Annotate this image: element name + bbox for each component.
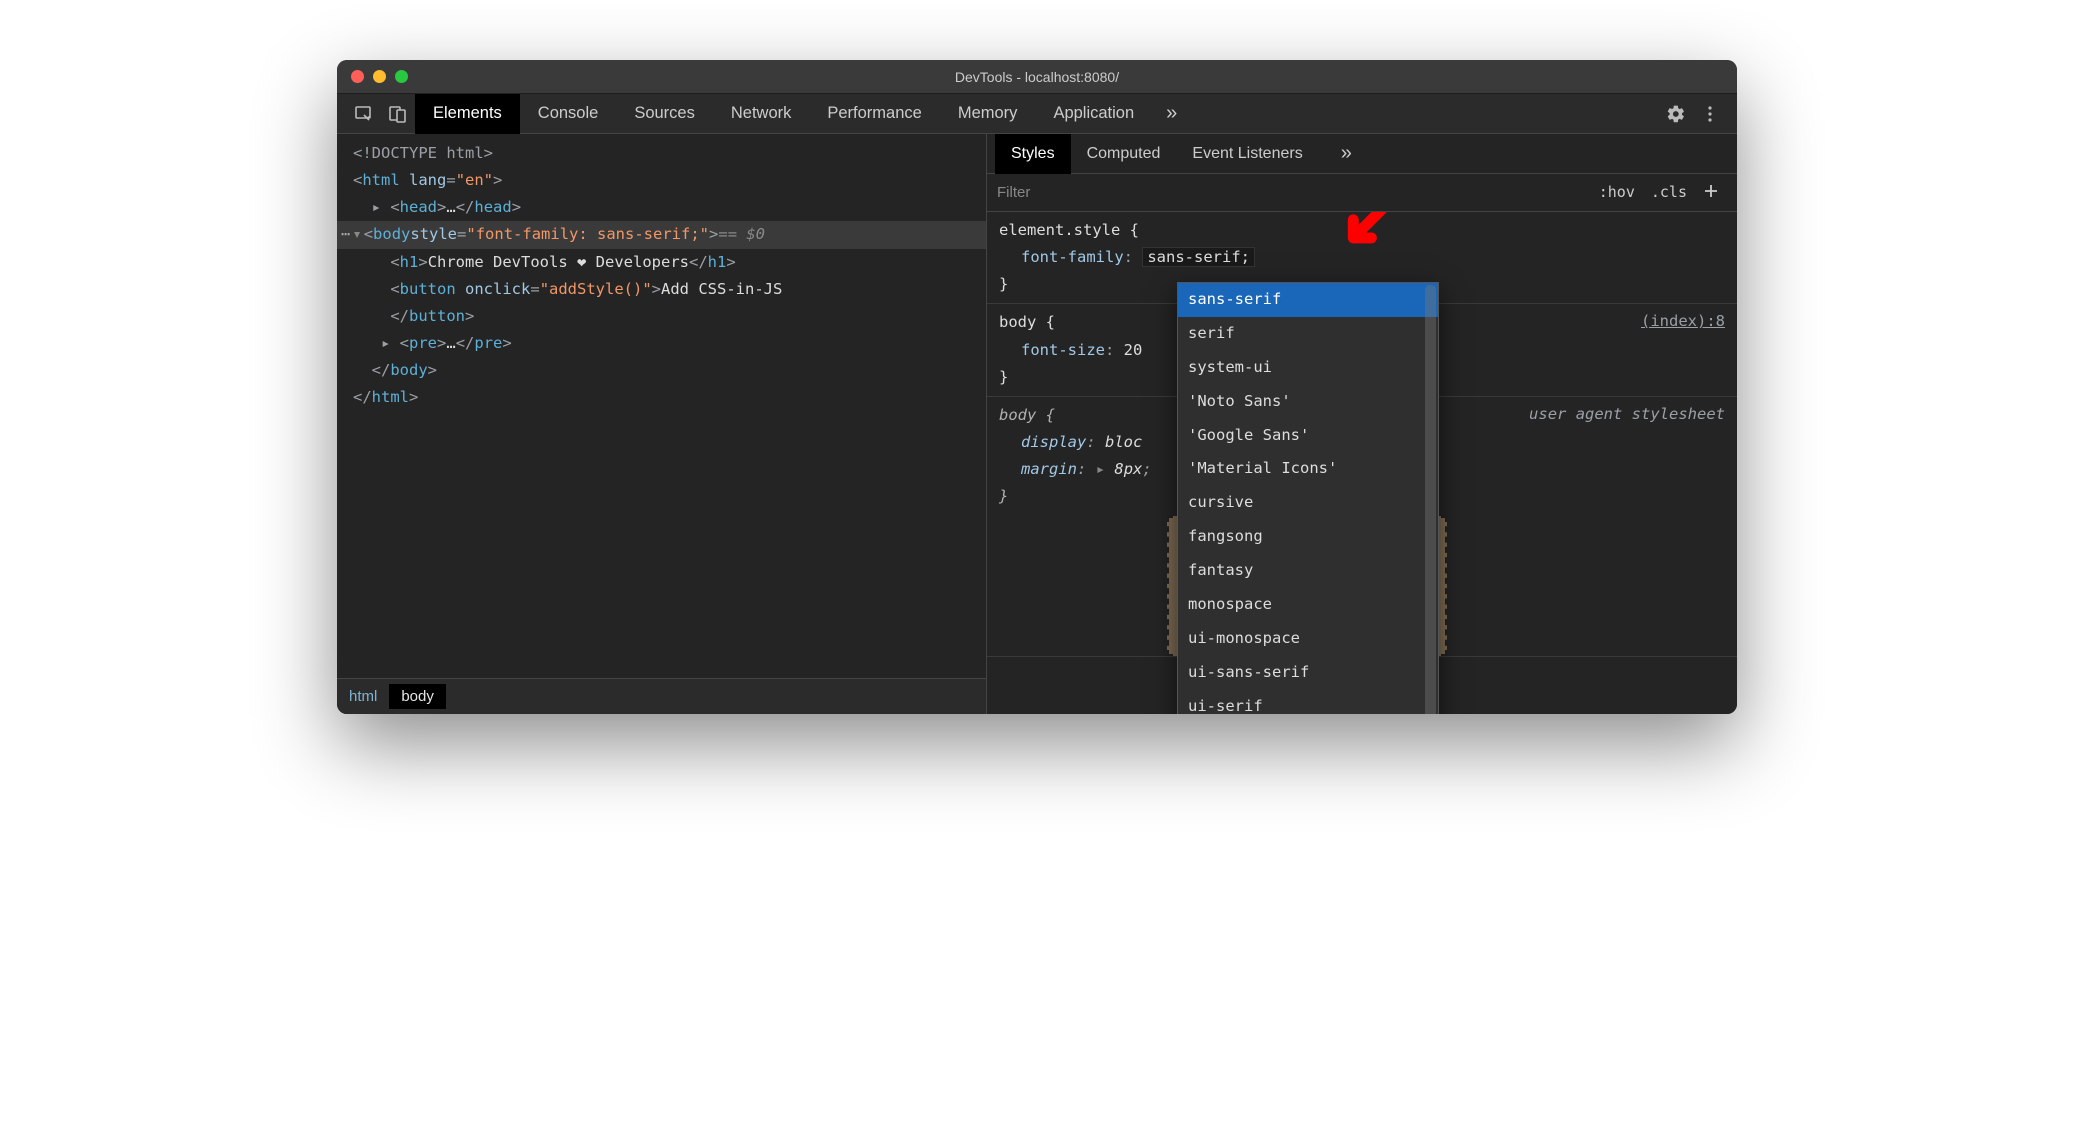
styles-tabs-overflow-icon[interactable]: » bbox=[1327, 142, 1366, 165]
font-family-value-input[interactable]: sans-serif; bbox=[1142, 247, 1255, 267]
dom-button-open[interactable]: <button onclick="addStyle()">Add CSS-in-… bbox=[347, 276, 986, 303]
device-toolbar-icon[interactable] bbox=[381, 94, 415, 134]
tab-application[interactable]: Application bbox=[1035, 94, 1152, 134]
rule-element-style[interactable]: element.style { font-family: sans-serif;… bbox=[987, 212, 1737, 304]
tab-console[interactable]: Console bbox=[520, 94, 617, 134]
tabs-overflow-icon[interactable]: » bbox=[1152, 102, 1191, 125]
breadcrumb: htmlbody bbox=[337, 678, 986, 714]
styles-filter-input[interactable] bbox=[997, 184, 1591, 201]
settings-gear-icon[interactable] bbox=[1659, 94, 1693, 134]
styles-panel: StylesComputedEvent Listeners » :hov .cl… bbox=[987, 134, 1737, 714]
autocomplete-item[interactable]: monospace bbox=[1178, 588, 1438, 622]
dom-button-close[interactable]: </button> bbox=[347, 303, 986, 330]
autocomplete-item[interactable]: cursive bbox=[1178, 486, 1438, 520]
main-tabbar: ElementsConsoleSourcesNetworkPerformance… bbox=[337, 94, 1737, 134]
autocomplete-scrollbar[interactable] bbox=[1425, 285, 1436, 714]
styles-filter-row: :hov .cls bbox=[987, 174, 1737, 212]
styles-tab-computed[interactable]: Computed bbox=[1071, 134, 1177, 174]
dom-html-open[interactable]: <html lang="en"> bbox=[347, 167, 986, 194]
inspect-element-icon[interactable] bbox=[347, 94, 381, 134]
titlebar: DevTools - localhost:8080/ bbox=[337, 60, 1737, 94]
tab-sources[interactable]: Sources bbox=[616, 94, 713, 134]
source-link[interactable]: (index):8 bbox=[1641, 308, 1725, 335]
dom-html-close[interactable]: </html> bbox=[347, 384, 986, 411]
autocomplete-item[interactable]: serif bbox=[1178, 317, 1438, 351]
tab-performance[interactable]: Performance bbox=[809, 94, 939, 134]
dom-doctype[interactable]: <!DOCTYPE html> bbox=[347, 140, 986, 167]
hov-toggle[interactable]: :hov bbox=[1591, 179, 1643, 207]
styles-tabbar: StylesComputedEvent Listeners » bbox=[987, 134, 1737, 174]
font-family-autocomplete[interactable]: sans-serifserifsystem-ui'Noto Sans''Goog… bbox=[1177, 282, 1439, 714]
autocomplete-item[interactable]: ui-serif bbox=[1178, 690, 1438, 714]
new-style-rule-icon[interactable] bbox=[1695, 179, 1727, 207]
devtools-window: DevTools - localhost:8080/ ElementsConso… bbox=[337, 60, 1737, 714]
annotation-arrow-icon bbox=[1337, 212, 1395, 282]
styles-tab-styles[interactable]: Styles bbox=[995, 134, 1071, 174]
kebab-menu-icon[interactable] bbox=[1693, 94, 1727, 134]
autocomplete-item[interactable]: 'Google Sans' bbox=[1178, 419, 1438, 453]
autocomplete-item[interactable]: fangsong bbox=[1178, 520, 1438, 554]
cls-toggle[interactable]: .cls bbox=[1643, 179, 1695, 207]
styles-tab-event-listeners[interactable]: Event Listeners bbox=[1176, 134, 1318, 174]
window-title: DevTools - localhost:8080/ bbox=[337, 69, 1737, 85]
breadcrumb-body[interactable]: body bbox=[389, 684, 446, 709]
dom-head[interactable]: ▸ <head>…</head> bbox=[347, 194, 986, 221]
tab-network[interactable]: Network bbox=[713, 94, 810, 134]
dom-body-close[interactable]: </body> bbox=[347, 357, 986, 384]
ua-stylesheet-label: user agent stylesheet bbox=[1529, 401, 1725, 428]
breadcrumb-html[interactable]: html bbox=[337, 684, 389, 709]
autocomplete-item[interactable]: 'Noto Sans' bbox=[1178, 385, 1438, 419]
dom-h1[interactable]: <h1>Chrome DevTools ❤ Developers</h1> bbox=[347, 249, 986, 276]
autocomplete-item[interactable]: system-ui bbox=[1178, 351, 1438, 385]
style-rules: element.style { font-family: sans-serif;… bbox=[987, 212, 1737, 714]
tab-elements[interactable]: Elements bbox=[415, 94, 520, 134]
autocomplete-item[interactable]: fantasy bbox=[1178, 554, 1438, 588]
elements-panel: <!DOCTYPE html> <html lang="en"> ▸ <head… bbox=[337, 134, 987, 714]
main-split: <!DOCTYPE html> <html lang="en"> ▸ <head… bbox=[337, 134, 1737, 714]
autocomplete-item[interactable]: sans-serif bbox=[1178, 283, 1438, 317]
tab-memory[interactable]: Memory bbox=[940, 94, 1036, 134]
autocomplete-item[interactable]: 'Material Icons' bbox=[1178, 452, 1438, 486]
dom-body-selected[interactable]: ⋯▾<body style="font-family: sans-serif;"… bbox=[337, 221, 986, 248]
autocomplete-item[interactable]: ui-monospace bbox=[1178, 622, 1438, 656]
autocomplete-item[interactable]: ui-sans-serif bbox=[1178, 656, 1438, 690]
dom-pre[interactable]: ▸ <pre>…</pre> bbox=[347, 330, 986, 357]
dom-tree[interactable]: <!DOCTYPE html> <html lang="en"> ▸ <head… bbox=[337, 134, 986, 678]
